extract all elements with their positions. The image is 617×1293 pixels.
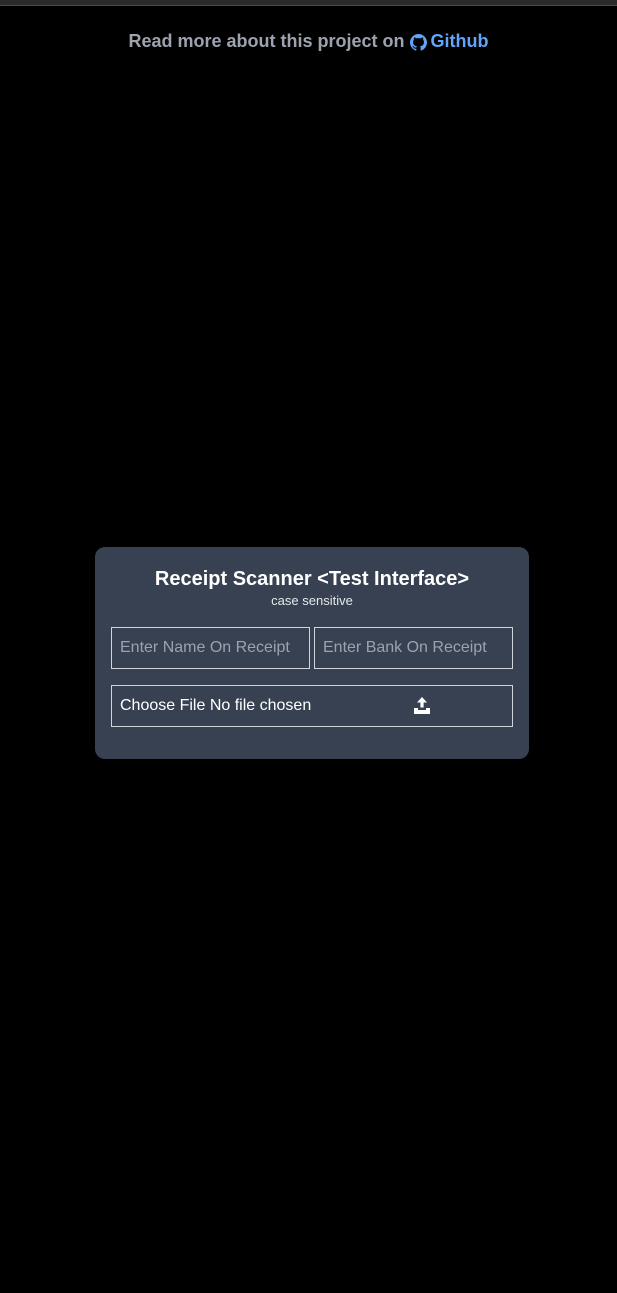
project-info-text: Read more about this project on xyxy=(128,31,405,51)
upload-icon[interactable] xyxy=(414,697,430,715)
github-link[interactable]: Github xyxy=(409,29,489,53)
choose-file-label: Choose File xyxy=(120,697,206,714)
project-info-line: Read more about this project on Github xyxy=(0,29,617,53)
github-icon xyxy=(409,34,427,51)
choose-file-button[interactable]: Choose File No file chosen xyxy=(120,697,311,715)
card-title: Receipt Scanner <Test Interface> xyxy=(154,568,470,590)
receipt-file-input[interactable]: Choose File No file chosen xyxy=(111,685,513,727)
window-top-edge xyxy=(0,0,617,6)
receipt-input-row xyxy=(111,627,513,669)
bank-on-receipt-input[interactable] xyxy=(314,627,513,669)
name-on-receipt-input[interactable] xyxy=(111,627,310,669)
card-subtitle: case sensitive xyxy=(271,593,353,608)
receipt-scanner-card: Receipt Scanner <Test Interface> case se… xyxy=(95,547,529,759)
github-link-label: Github xyxy=(430,31,489,51)
file-status: No file chosen xyxy=(209,697,312,714)
